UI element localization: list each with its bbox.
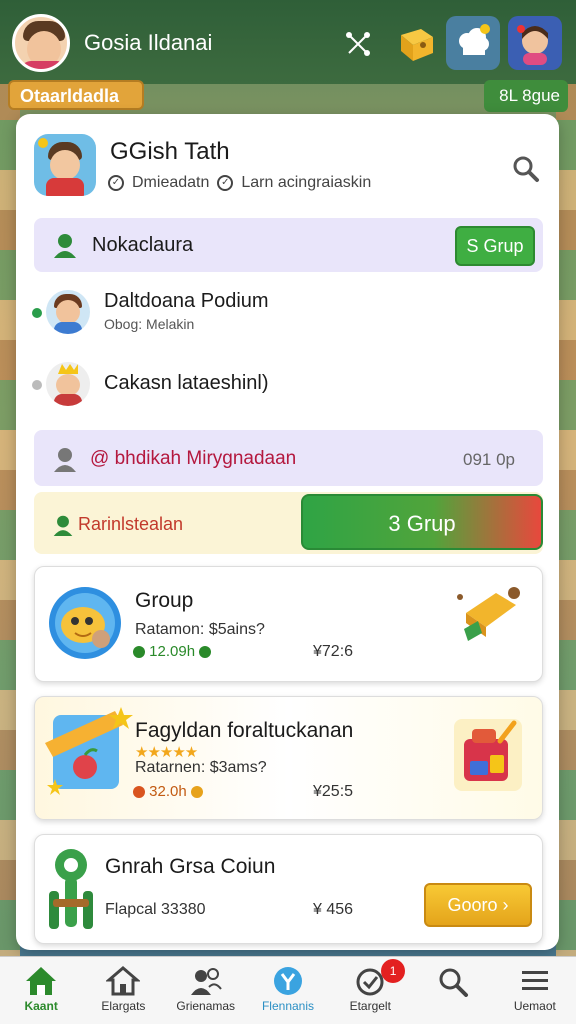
search-icon — [439, 968, 468, 997]
member-item[interactable]: Daltdoana Podium Obog: Melakin — [32, 288, 532, 338]
background-strip-right — [556, 80, 576, 960]
nav-friends[interactable]: Grienamas — [165, 957, 247, 1024]
fruit-badge-icon — [45, 707, 133, 795]
notice-row[interactable]: @ bhdikah Mirygnadaan 091 0p — [34, 430, 543, 486]
card-title: Group — [135, 589, 194, 612]
group-avatar — [34, 134, 96, 196]
backpack-icon — [454, 719, 522, 791]
profile-avatar[interactable] — [12, 14, 70, 72]
y-badge-icon — [273, 967, 302, 995]
gift-box-icon[interactable] — [388, 16, 442, 70]
hammer-icon — [457, 587, 520, 641]
online-status-dot — [32, 308, 42, 318]
member-avatar — [46, 290, 90, 334]
check-icon: ✓ — [217, 175, 234, 191]
app-title: Gosia Ildanai — [84, 30, 213, 55]
house-icon — [106, 966, 141, 996]
friend-avatar-icon[interactable] — [508, 16, 562, 70]
nav-search[interactable] — [411, 957, 493, 1024]
join-row-label: Nokaclaura — [92, 234, 194, 256]
coins-pill[interactable]: 8L 8gue — [484, 80, 568, 112]
notice-count: 091 0p — [463, 450, 515, 469]
card-subtitle: Ratamon: $5ains? — [135, 621, 265, 638]
nav-buildings[interactable]: Elargats — [82, 957, 164, 1024]
menu-icon — [521, 971, 548, 990]
person-icon — [54, 234, 76, 258]
action-row-label: Rarinlstealan — [78, 514, 184, 534]
notification-badge: 1 — [381, 959, 406, 983]
top-bar: Gosia Ildanai — [0, 0, 576, 84]
group-title: GGish Tath — [110, 138, 230, 165]
go-button[interactable]: Gooro › — [424, 883, 532, 927]
group-card[interactable]: Gnrah Grsa Coiun Flapcal 33380 ¥ 456 Goo… — [34, 834, 543, 944]
card-stat: 12.09h — [133, 643, 212, 660]
bottom-nav: Kaant Elargats Grienamas Flennanis 1 Eta… — [0, 956, 576, 1024]
home-icon — [26, 967, 57, 995]
nav-home[interactable]: Kaant — [0, 957, 82, 1024]
group-action-button[interactable]: 3 Grup — [301, 494, 543, 550]
group-card[interactable]: Fagyldan foraltuckanan ★★★★★ Ratarnen: $… — [34, 696, 543, 820]
wrench-icon — [49, 849, 93, 929]
group-meta-2: Larn acingraiaskin — [241, 174, 372, 191]
member-name: Cakasn lataeshinl) — [104, 372, 269, 394]
card-price: ¥25:5 — [313, 783, 354, 800]
level-pill[interactable]: Otaarldadla — [8, 80, 144, 110]
search-icon[interactable] — [511, 154, 541, 184]
card-title: Gnrah Grsa Coiun — [105, 855, 276, 878]
card-stat: 32.0h — [133, 783, 203, 800]
nav-menu[interactable]: Uemaot — [494, 957, 576, 1024]
member-avatar — [46, 362, 90, 406]
group-meta-1: Dmieadatn — [132, 174, 210, 191]
coin-icon — [190, 786, 203, 799]
action-row: Rarinlstealan 3 Grup — [34, 492, 543, 554]
group-meta: ✓ Dmieadatn ✓ Larn acingraiaskin — [108, 174, 371, 192]
member-name: Daltdoana Podium — [104, 290, 269, 312]
card-subtitle: Flapcal 33380 — [105, 901, 206, 918]
chef-hat-icon[interactable] — [446, 16, 500, 70]
notice-label: @ bhdikah Mirygnadaan — [90, 448, 297, 469]
group-card[interactable]: Group Ratamon: $5ains? 12.09h ¥72:6 — [34, 566, 543, 682]
join-row: Nokaclaura S Grup — [34, 218, 543, 272]
check-icon: ✓ — [108, 175, 124, 191]
card-title: Fagyldan foraltuckanan — [135, 719, 354, 742]
card-price: ¥72:6 — [313, 643, 354, 660]
card-subtitle: Ratarnen: $3ams? — [135, 759, 267, 776]
member-subtitle: Obog: Melakin — [104, 316, 195, 332]
group-panel: GGish Tath ✓ Dmieadatn ✓ Larn acingraias… — [16, 114, 559, 950]
join-group-button[interactable]: S Grup — [455, 226, 535, 266]
nav-tasks[interactable]: 1 Etargelt — [329, 957, 411, 1024]
flame-icon — [133, 786, 145, 799]
offline-status-dot — [32, 380, 42, 390]
leaf-icon — [199, 646, 212, 659]
fish-icon — [49, 587, 121, 659]
person-icon — [54, 448, 76, 472]
share-icon[interactable] — [336, 22, 380, 66]
member-item[interactable]: Cakasn lataeshinl) — [32, 360, 532, 410]
nav-center[interactable]: Flennanis — [247, 957, 329, 1024]
person-icon — [53, 515, 73, 536]
users-icon — [190, 968, 222, 995]
leaf-icon — [133, 646, 145, 659]
card-price: ¥ 456 — [313, 901, 354, 918]
